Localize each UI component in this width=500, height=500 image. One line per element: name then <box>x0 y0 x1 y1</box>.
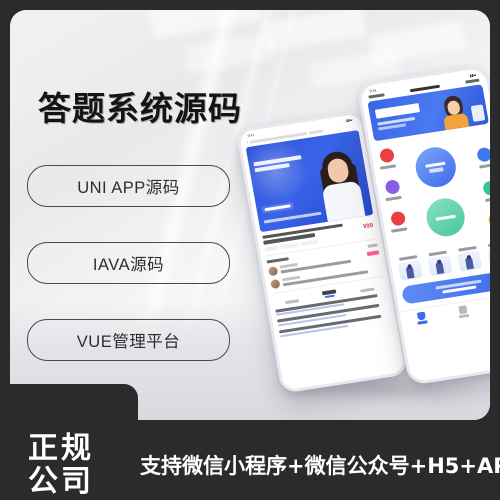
feature-pill-label: VUE管理平台 <box>76 333 181 351</box>
secondary-action-circle[interactable] <box>423 196 468 240</box>
course-video-card[interactable] <box>245 130 374 233</box>
feature-pill-vue[interactable]: VUE管理平台 <box>27 319 230 361</box>
tab-selected[interactable] <box>321 289 337 298</box>
feature-item[interactable] <box>456 246 483 272</box>
banner-card-graphic <box>470 104 486 123</box>
company-line-2: 公司 <box>28 463 94 499</box>
quick-label-1 <box>379 164 397 170</box>
tab-all[interactable] <box>284 298 300 304</box>
tab-home[interactable] <box>416 311 428 325</box>
course-subtitle <box>263 211 322 224</box>
feature-item[interactable] <box>397 255 423 281</box>
nav-left-label <box>368 93 385 100</box>
banner-illustration <box>440 94 470 131</box>
quick-icon-5[interactable] <box>482 180 490 197</box>
quick-label-3 <box>391 227 408 233</box>
footer-tagline: 支持微信小程序+微信公众号+H5+APP <box>140 454 500 478</box>
feature-item[interactable] <box>486 241 490 268</box>
course-price: ¥99 <box>362 222 374 231</box>
quick-icon-1[interactable] <box>378 147 396 164</box>
product-poster: 9:41 ▮▮▰ ‹ ¥99 9:41 ▮▮▰ 答题系统源码 UNI APP源码… <box>0 0 500 500</box>
company-line-1: 正规 <box>28 431 94 467</box>
quick-label-5 <box>485 196 490 202</box>
quick-label-2 <box>385 196 402 202</box>
feature-pill-label: UNI APP源码 <box>77 179 180 197</box>
quick-icon-2[interactable] <box>384 179 401 196</box>
quick-icon-4[interactable] <box>476 147 490 163</box>
feature-item[interactable] <box>427 250 453 277</box>
tab-discover[interactable] <box>457 305 470 319</box>
tab-latest[interactable] <box>360 287 375 293</box>
instructor-photo <box>313 145 367 222</box>
left-text-column: 答题系统源码 UNI APP源码 IAVA源码 VUE管理平台 <box>0 0 248 410</box>
nav-more-icon[interactable] <box>309 128 324 135</box>
quick-icon-6[interactable] <box>487 212 490 228</box>
feature-pill-java[interactable]: IAVA源码 <box>27 242 230 284</box>
feature-pill-label: IAVA源码 <box>92 256 165 274</box>
nav-capsule-icon[interactable] <box>465 78 480 85</box>
page-title: 答题系统源码 <box>38 89 242 128</box>
footer-bar: 正规 公司 支持微信小程序+微信公众号+H5+APP <box>0 384 500 500</box>
avatar <box>270 279 281 290</box>
avatar <box>267 266 279 277</box>
primary-action-circle[interactable] <box>412 144 460 191</box>
quick-icon-3[interactable] <box>390 210 407 227</box>
company-badge: 正规 公司 <box>10 384 138 500</box>
feature-pill-uni-app[interactable]: UNI APP源码 <box>27 165 230 207</box>
comment-badge <box>366 250 380 256</box>
quick-label-4 <box>479 163 490 169</box>
quick-action-grid <box>370 128 490 256</box>
